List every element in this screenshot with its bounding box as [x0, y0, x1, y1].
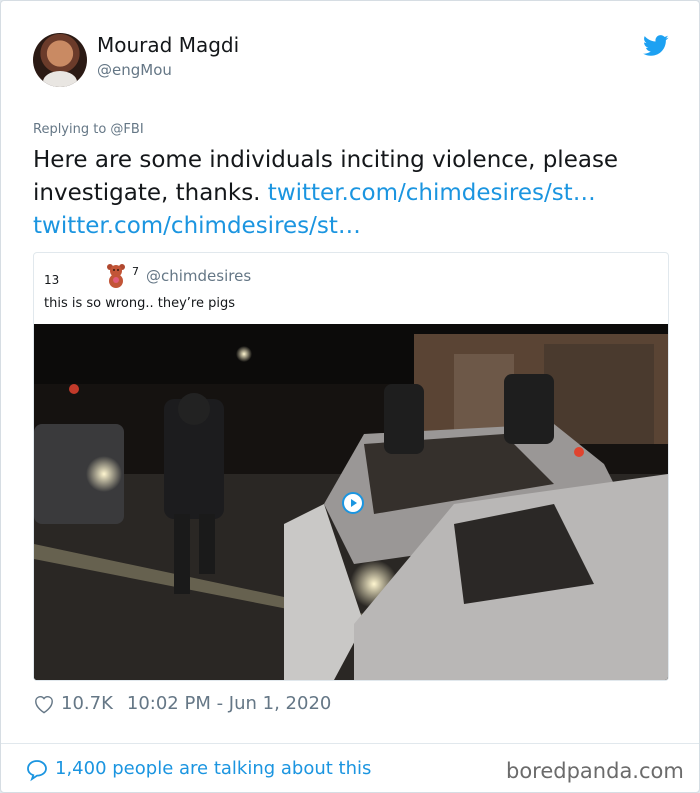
quote-text: this is so wrong.. they’re pigs	[44, 296, 236, 311]
speech-bubble-icon[interactable]	[25, 758, 49, 782]
avatar[interactable]	[33, 33, 87, 87]
quote-handle[interactable]: @chimdesires	[146, 267, 251, 285]
author-handle[interactable]: @engMou	[97, 61, 172, 79]
heart-icon[interactable]	[33, 694, 55, 714]
quote-count: 13	[44, 273, 60, 287]
tweet-text: Here are some individuals inciting viole…	[33, 144, 663, 243]
author-name[interactable]: Mourad Magdi	[97, 33, 239, 57]
talking-about-link[interactable]: 1,400 people are talking about this	[55, 758, 371, 779]
play-icon[interactable]	[342, 492, 364, 514]
tweet-link-1[interactable]: twitter.com/chimdesires/st…	[268, 180, 596, 206]
tweet-datetime[interactable]: 10:02 PM - Jun 1, 2020	[127, 693, 331, 714]
like-count[interactable]: 10.7K	[61, 693, 113, 714]
divider	[1, 743, 699, 744]
replying-to[interactable]: Replying to @FBI	[33, 122, 144, 137]
video-thumbnail[interactable]	[34, 324, 668, 680]
quoted-tweet[interactable]: 13 7 @chimdesires this is so wrong.. the…	[33, 252, 669, 681]
quote-superscript: 7	[132, 265, 139, 278]
boredpanda-watermark: boredpanda.com	[506, 759, 684, 783]
teddy-bear-emoji-icon	[107, 264, 125, 288]
tweet-meta: 10.7K 10:02 PM - Jun 1, 2020	[33, 693, 331, 714]
tweet-link-2[interactable]: twitter.com/chimdesires/st…	[33, 213, 361, 239]
tweet-card: Mourad Magdi @engMou Replying to @FBI He…	[0, 0, 700, 793]
twitter-bird-icon[interactable]	[643, 35, 669, 57]
